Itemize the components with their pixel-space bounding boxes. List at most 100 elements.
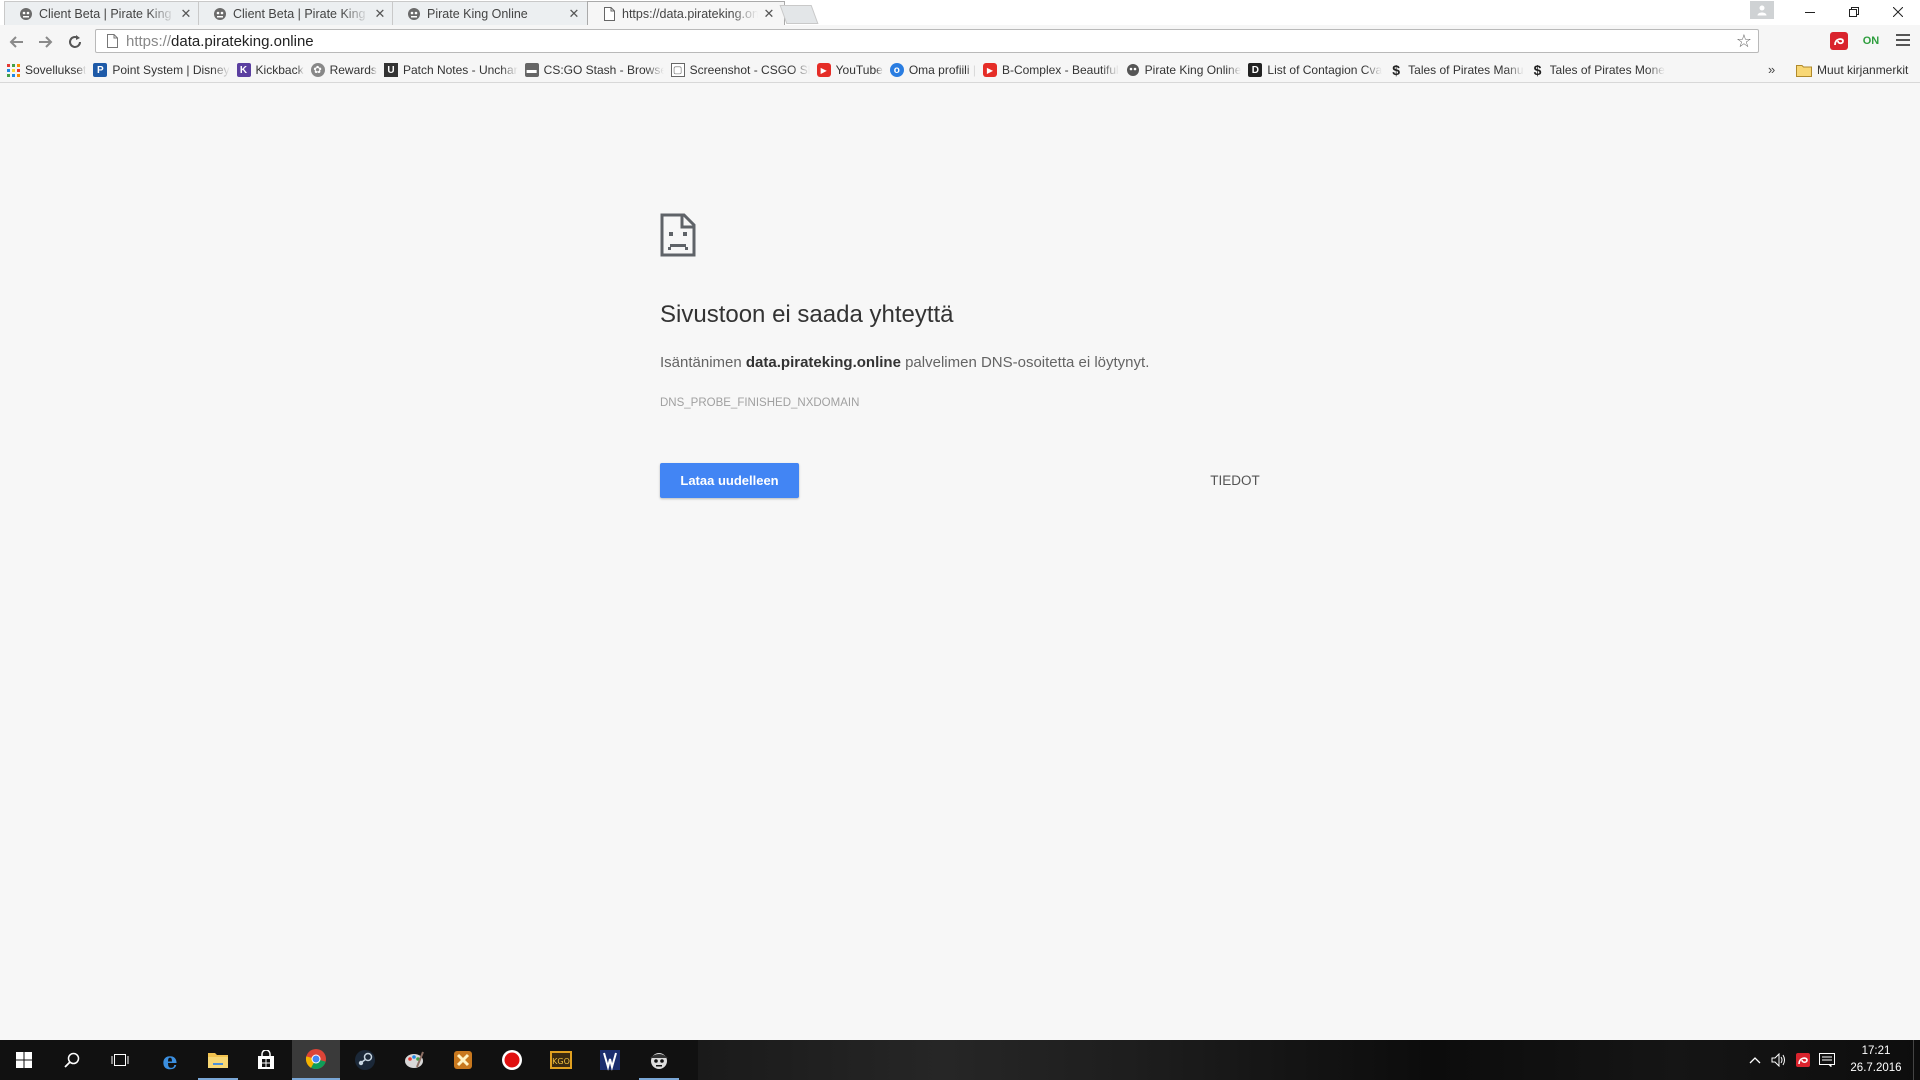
minimize-button[interactable] [1788, 0, 1832, 24]
new-tab-button[interactable] [779, 5, 819, 24]
other-bookmarks-folder[interactable]: Muut kirjanmerkit [1796, 59, 1908, 81]
volume-button[interactable] [1767, 1053, 1791, 1067]
rewards-icon: ✿ [310, 63, 325, 77]
error-page: Sivustoon ei saada yhteyttä Isäntänimen … [660, 213, 1260, 409]
dollar-icon: $ [1392, 62, 1401, 78]
tab-client-beta-2[interactable]: Client Beta | Pirate King O ✕ [198, 1, 396, 25]
taskbar-search-button[interactable] [48, 1040, 96, 1080]
taskbar-store[interactable] [242, 1040, 290, 1080]
taskbar-clock[interactable]: 17:21 26.7.2016 [1839, 1043, 1913, 1077]
tab-title: https://data.pirateking.on [622, 7, 758, 21]
bookmark-label: Tales of Pirates Mone [1549, 63, 1665, 77]
bookmark-tales-of-pirates-manual[interactable]: $ Tales of Pirates Manu [1389, 59, 1523, 81]
youtube-icon: ▶ [816, 63, 831, 77]
profile-button[interactable] [1750, 1, 1774, 19]
action-center-button[interactable] [1815, 1053, 1839, 1067]
volume-icon [1771, 1053, 1785, 1067]
task-view-icon [111, 1054, 129, 1066]
close-icon[interactable]: ✕ [373, 6, 387, 22]
arrow-left-icon [9, 36, 23, 48]
window-controls [1788, 0, 1920, 24]
youtube-icon: ▶ [982, 63, 997, 77]
bookmark-rewards[interactable]: ✿ Rewards [310, 59, 377, 81]
taskbar-kgo[interactable]: KGO [537, 1040, 585, 1080]
taskbar-pirate-king[interactable] [635, 1040, 683, 1080]
bookmark-label: CS:GO Stash - Browse [543, 63, 664, 77]
bookmark-b-complex[interactable]: ▶ B-Complex - Beautiful [982, 59, 1119, 81]
bookmark-patch-notes[interactable]: U Patch Notes - Unchar [383, 59, 518, 81]
close-icon[interactable]: ✕ [179, 6, 193, 22]
pirate-icon [213, 7, 227, 21]
bookmark-apps[interactable]: Sovellukset [6, 59, 86, 81]
tab-client-beta-1[interactable]: Client Beta | Pirate King O ✕ [4, 1, 202, 25]
bookmark-oma-profiili[interactable]: o Oma profiili | [889, 59, 976, 81]
page-info-icon[interactable] [100, 34, 124, 48]
bookmark-label: List of Contagion Cva [1267, 63, 1383, 77]
bookmark-label: Tales of Pirates Manu [1408, 63, 1524, 77]
forward-button[interactable] [34, 31, 56, 53]
close-icon [1893, 7, 1903, 17]
tab-pirate-king-online[interactable]: Pirate King Online ✕ [392, 1, 590, 25]
reload-icon [69, 35, 81, 48]
taskbar-steam[interactable] [341, 1040, 389, 1080]
bookmarks-bar: Sovellukset P Point System | Disney K Ki… [0, 58, 1920, 83]
lastpass-extension-icon[interactable] [1830, 32, 1848, 50]
paint-icon [405, 1051, 424, 1068]
bookmarks-overflow-button[interactable]: » [1768, 62, 1775, 77]
bookmark-point-system[interactable]: P Point System | Disney [93, 59, 230, 81]
user-icon [1757, 5, 1767, 16]
taskbar-paint[interactable] [390, 1040, 438, 1080]
edge-icon: e [162, 1045, 178, 1075]
close-icon[interactable]: ✕ [762, 6, 776, 22]
error-desc-host: data.pirateking.online [745, 354, 901, 371]
address-url[interactable]: https://data.pirateking.online [126, 33, 314, 50]
uncharted-icon: U [383, 63, 398, 77]
contagion-icon: D [1248, 63, 1263, 77]
close-window-button[interactable] [1876, 0, 1920, 24]
bookmark-csgo-stash[interactable]: ▬ CS:GO Stash - Browse [524, 59, 664, 81]
bookmark-screenshot-csgo[interactable]: ▢ Screenshot - CSGO Sk [670, 59, 810, 81]
taskbar-edge[interactable]: e [146, 1040, 194, 1080]
search-icon [64, 1052, 80, 1068]
bookmark-label: Oma profiili | [908, 63, 976, 77]
bookmark-label: Kickback [255, 63, 304, 77]
browser-toolbar: https://data.pirateking.online ☆ ON [0, 25, 1920, 58]
taskbar-recorder[interactable] [488, 1040, 536, 1080]
tray-overflow-button[interactable] [1743, 1056, 1767, 1064]
csgo-icon: ▬ [524, 63, 539, 77]
restore-button[interactable] [1832, 0, 1876, 24]
task-view-button[interactable] [96, 1040, 144, 1080]
profile-icon: o [889, 63, 904, 77]
tab-title: Pirate King Online [427, 6, 528, 21]
store-icon [258, 1050, 274, 1069]
bookmark-star-icon[interactable]: ☆ [1736, 31, 1752, 52]
game2-icon [600, 1050, 620, 1071]
bookmark-label: Pirate King Online [1144, 63, 1242, 77]
pirate-icon [407, 7, 421, 21]
bookmark-pirate-king-online[interactable]: Pirate King Online [1126, 59, 1242, 81]
file-explorer-icon [208, 1053, 228, 1068]
close-icon[interactable]: ✕ [567, 6, 581, 22]
taskbar-chrome[interactable] [292, 1040, 340, 1080]
on-extension-icon[interactable]: ON [1862, 32, 1880, 50]
back-button[interactable] [6, 31, 28, 53]
address-bar[interactable]: https://data.pirateking.online ☆ [95, 29, 1759, 53]
show-desktop-button[interactable] [1913, 1040, 1920, 1080]
bookmark-tales-of-pirates-money[interactable]: $ Tales of Pirates Mone [1531, 59, 1665, 81]
bookmark-kickback[interactable]: K Kickback [236, 59, 304, 81]
other-bookmarks-label: Muut kirjanmerkit [1817, 63, 1909, 77]
bookmark-youtube[interactable]: ▶ YouTube [816, 59, 883, 81]
taskbar-game2[interactable] [586, 1040, 634, 1080]
error-desc-prefix: Isäntänimen [660, 354, 746, 371]
bookmark-contagion[interactable]: D List of Contagion Cva [1248, 59, 1382, 81]
menu-icon[interactable] [1896, 34, 1910, 46]
reload-toolbar-button[interactable] [64, 31, 86, 53]
tray-lastpass[interactable] [1791, 1053, 1815, 1067]
tab-active-data-pirateking[interactable]: https://data.pirateking.on ✕ [587, 1, 785, 26]
reload-button[interactable]: Lataa uudelleen [660, 463, 799, 498]
error-description: Isäntänimen data.pirateking.online palve… [660, 354, 1260, 371]
taskbar-file-explorer[interactable] [194, 1040, 242, 1080]
details-button[interactable]: TIEDOT [1200, 463, 1270, 498]
taskbar-game[interactable] [439, 1040, 487, 1080]
start-button[interactable] [0, 1040, 48, 1080]
